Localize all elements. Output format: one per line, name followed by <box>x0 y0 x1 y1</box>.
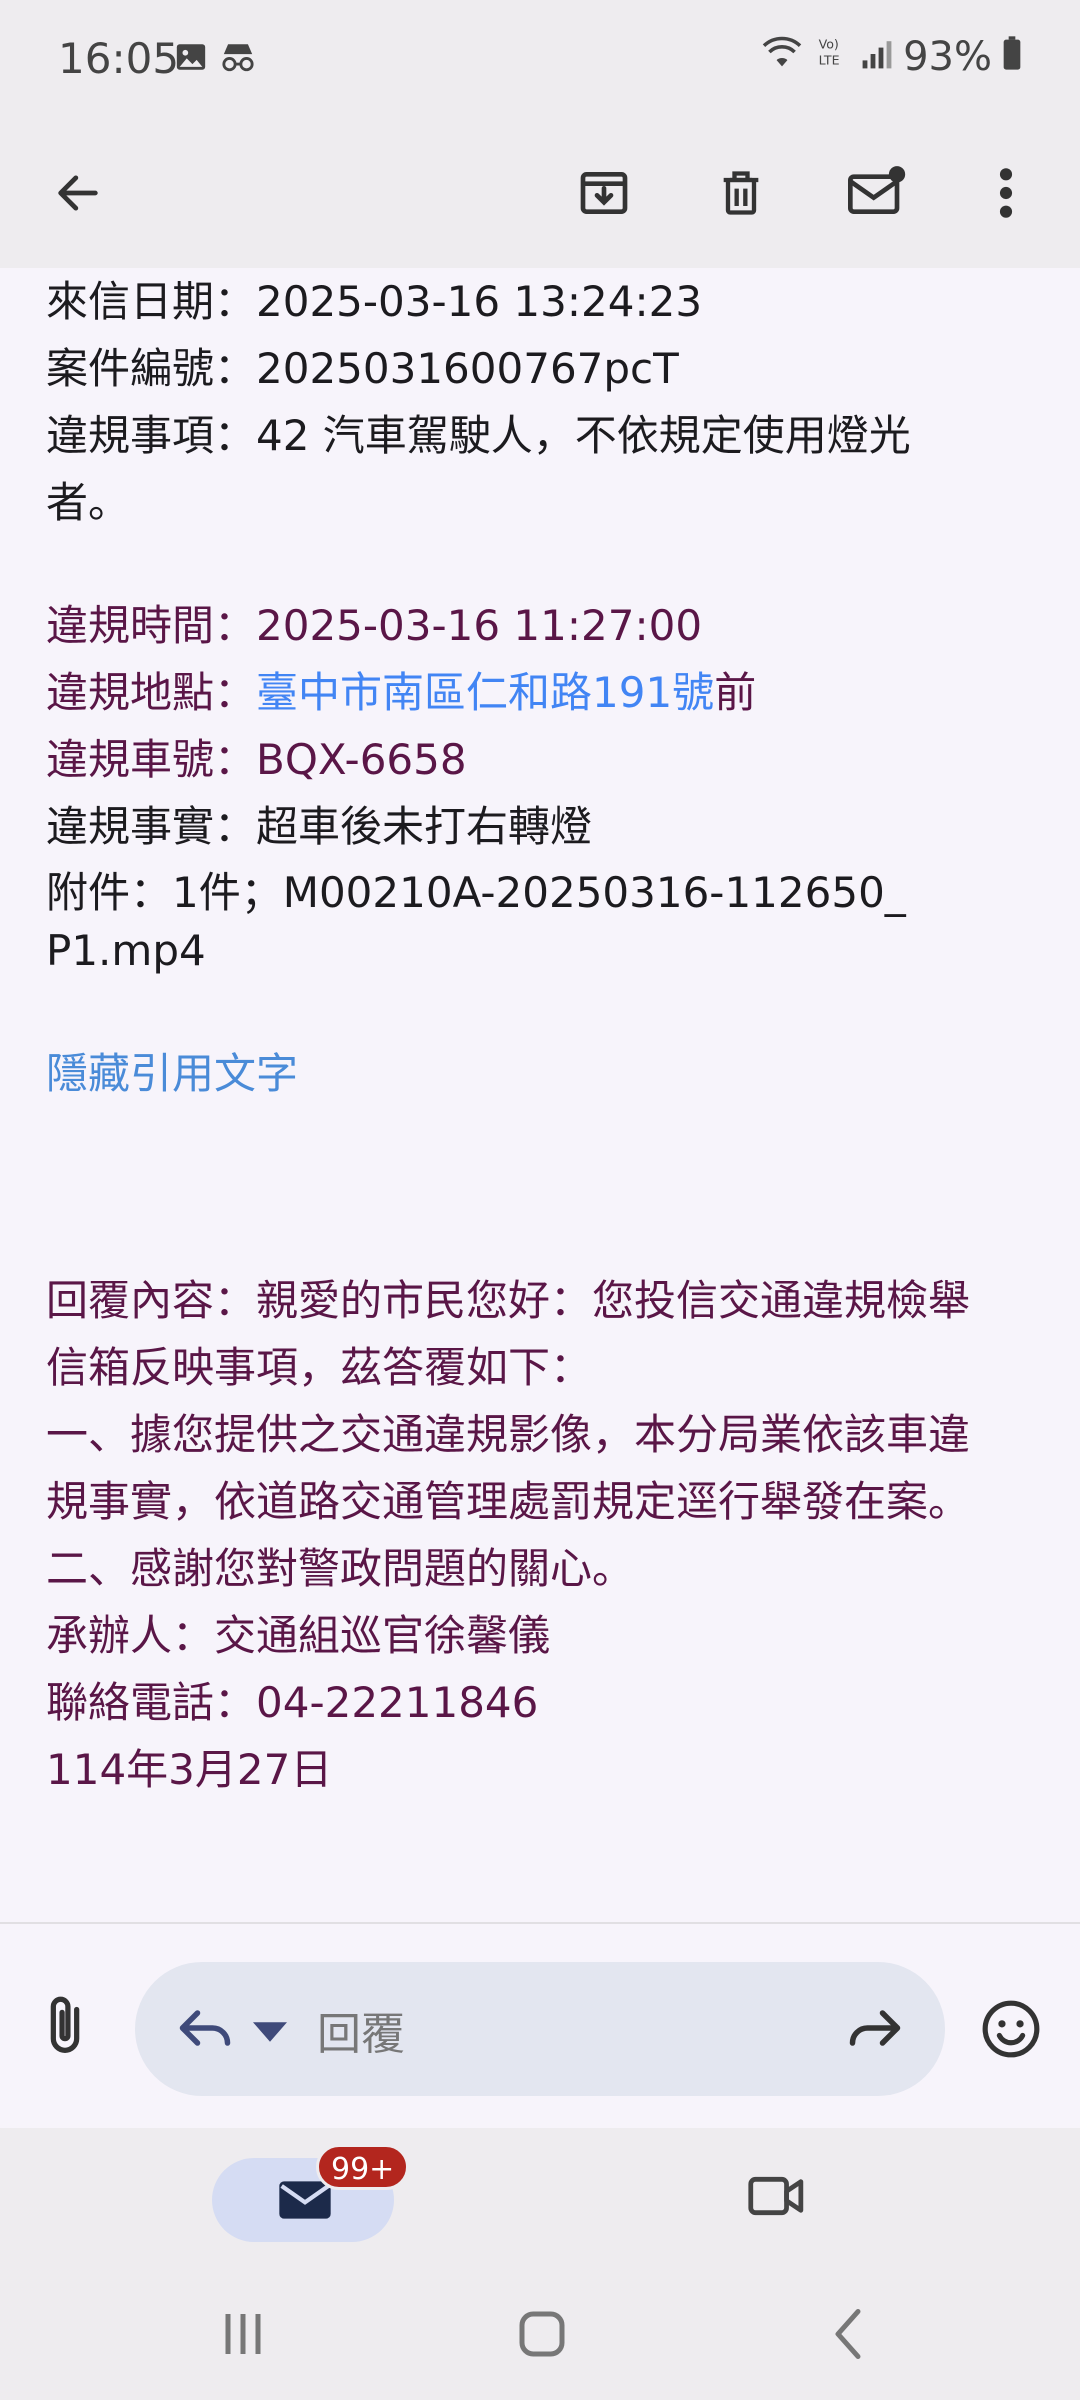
reply-line: 回覆內容：親愛的市民您好：您投信交通違規檢舉 <box>46 1276 971 1325</box>
meet-video-icon[interactable] <box>746 2172 808 2224</box>
more-vert-icon[interactable] <box>958 145 1054 241</box>
email-body: 來信日期：2025-03-16 13:24:23 案件編號：2025031600… <box>0 268 1080 1923</box>
volte-icon: Vo) LTE <box>815 34 851 80</box>
svg-text:LTE: LTE <box>819 53 840 68</box>
date-line: 來信日期：2025-03-16 13:24:23 <box>46 277 703 326</box>
reply-line: 規事實，依道路交通管理處罰規定逕行舉發在案。 <box>46 1477 971 1526</box>
unread-badge: 99+ <box>316 2144 410 2190</box>
attachment-line: 附件：1件；M00210A-20250316-112650_ <box>46 868 906 917</box>
battery-text: 93% <box>903 34 992 80</box>
back-arrow-icon[interactable] <box>30 145 126 241</box>
case-number-line: 案件編號：2025031600767pcT <box>46 344 679 393</box>
plate-line: 違規車號：BQX-6658 <box>46 735 467 784</box>
reply-line: 信箱反映事項，茲答覆如下： <box>46 1343 593 1392</box>
violation-location-line: 違規地點：臺中市南區仁和路191號前 <box>46 659 1034 726</box>
mark-unread-icon[interactable] <box>828 145 924 241</box>
location-link[interactable]: 臺中市南區仁和路191號 <box>256 668 714 717</box>
reply-input[interactable]: 回覆 <box>135 1962 945 2096</box>
incognito-icon <box>218 40 258 78</box>
status-bar: 16:05 Vo) LTE 93% <box>0 0 1080 118</box>
chevron-down-icon[interactable] <box>253 2022 287 2046</box>
attachment-icon[interactable] <box>30 1992 100 2062</box>
violation-item-line: 違規事項：42 汽車駕駛人，不依規定使用燈光 <box>46 411 911 460</box>
facts-line: 違規事實：超車後未打右轉燈 <box>46 802 593 851</box>
reply-bar: 回覆 <box>0 1924 1080 2128</box>
home-icon[interactable] <box>516 2304 568 2368</box>
battery-icon <box>1002 34 1022 80</box>
violation-item-line-cont: 者。 <box>46 478 131 527</box>
status-right: Vo) LTE 93% <box>759 34 1022 80</box>
reply-line: 二、感謝您對警政問題的關心。 <box>46 1544 635 1593</box>
archive-icon[interactable] <box>556 145 652 241</box>
emoji-icon[interactable] <box>980 1998 1042 2064</box>
reply-line: 聯絡電話：04-22211846 <box>46 1678 539 1727</box>
reply-line: 一、據您提供之交通違規影像，本分局業依該車違 <box>46 1410 971 1459</box>
delete-icon[interactable] <box>693 145 789 241</box>
violation-time-line: 違規時間：2025-03-16 11:27:00 <box>46 601 703 650</box>
svg-text:Vo): Vo) <box>819 36 839 51</box>
mail-tab[interactable]: 99+ <box>212 2144 410 2242</box>
app-bar <box>0 118 1080 268</box>
image-icon <box>174 40 208 78</box>
system-nav <box>0 2268 1080 2400</box>
recent-apps-icon[interactable] <box>218 2304 268 2368</box>
reply-line: 承辦人：交通組巡官徐馨儀 <box>46 1611 551 1660</box>
forward-icon[interactable] <box>845 1998 905 2062</box>
status-time: 16:05 <box>58 34 180 83</box>
bottom-nav: 99+ <box>0 2128 1080 2268</box>
location-suffix: 前 <box>714 668 757 717</box>
attachment-line-cont: P1.mp4 <box>46 926 206 975</box>
signal-icon <box>861 34 893 80</box>
reply-icon[interactable] <box>175 1998 235 2062</box>
wifi-icon <box>759 34 805 80</box>
reply-placeholder: 回覆 <box>317 2009 405 2060</box>
hide-quoted-text-link[interactable]: 隱藏引用文字 <box>46 1040 1034 1107</box>
reply-content: 回覆內容：親愛的市民您好：您投信交通違規檢舉 信箱反映事項，茲答覆如下： 一、據… <box>46 1267 1034 1803</box>
location-label: 違規地點： <box>46 668 257 717</box>
reply-line: 114年3月27日 <box>46 1745 333 1794</box>
back-nav-icon[interactable] <box>828 2304 868 2368</box>
